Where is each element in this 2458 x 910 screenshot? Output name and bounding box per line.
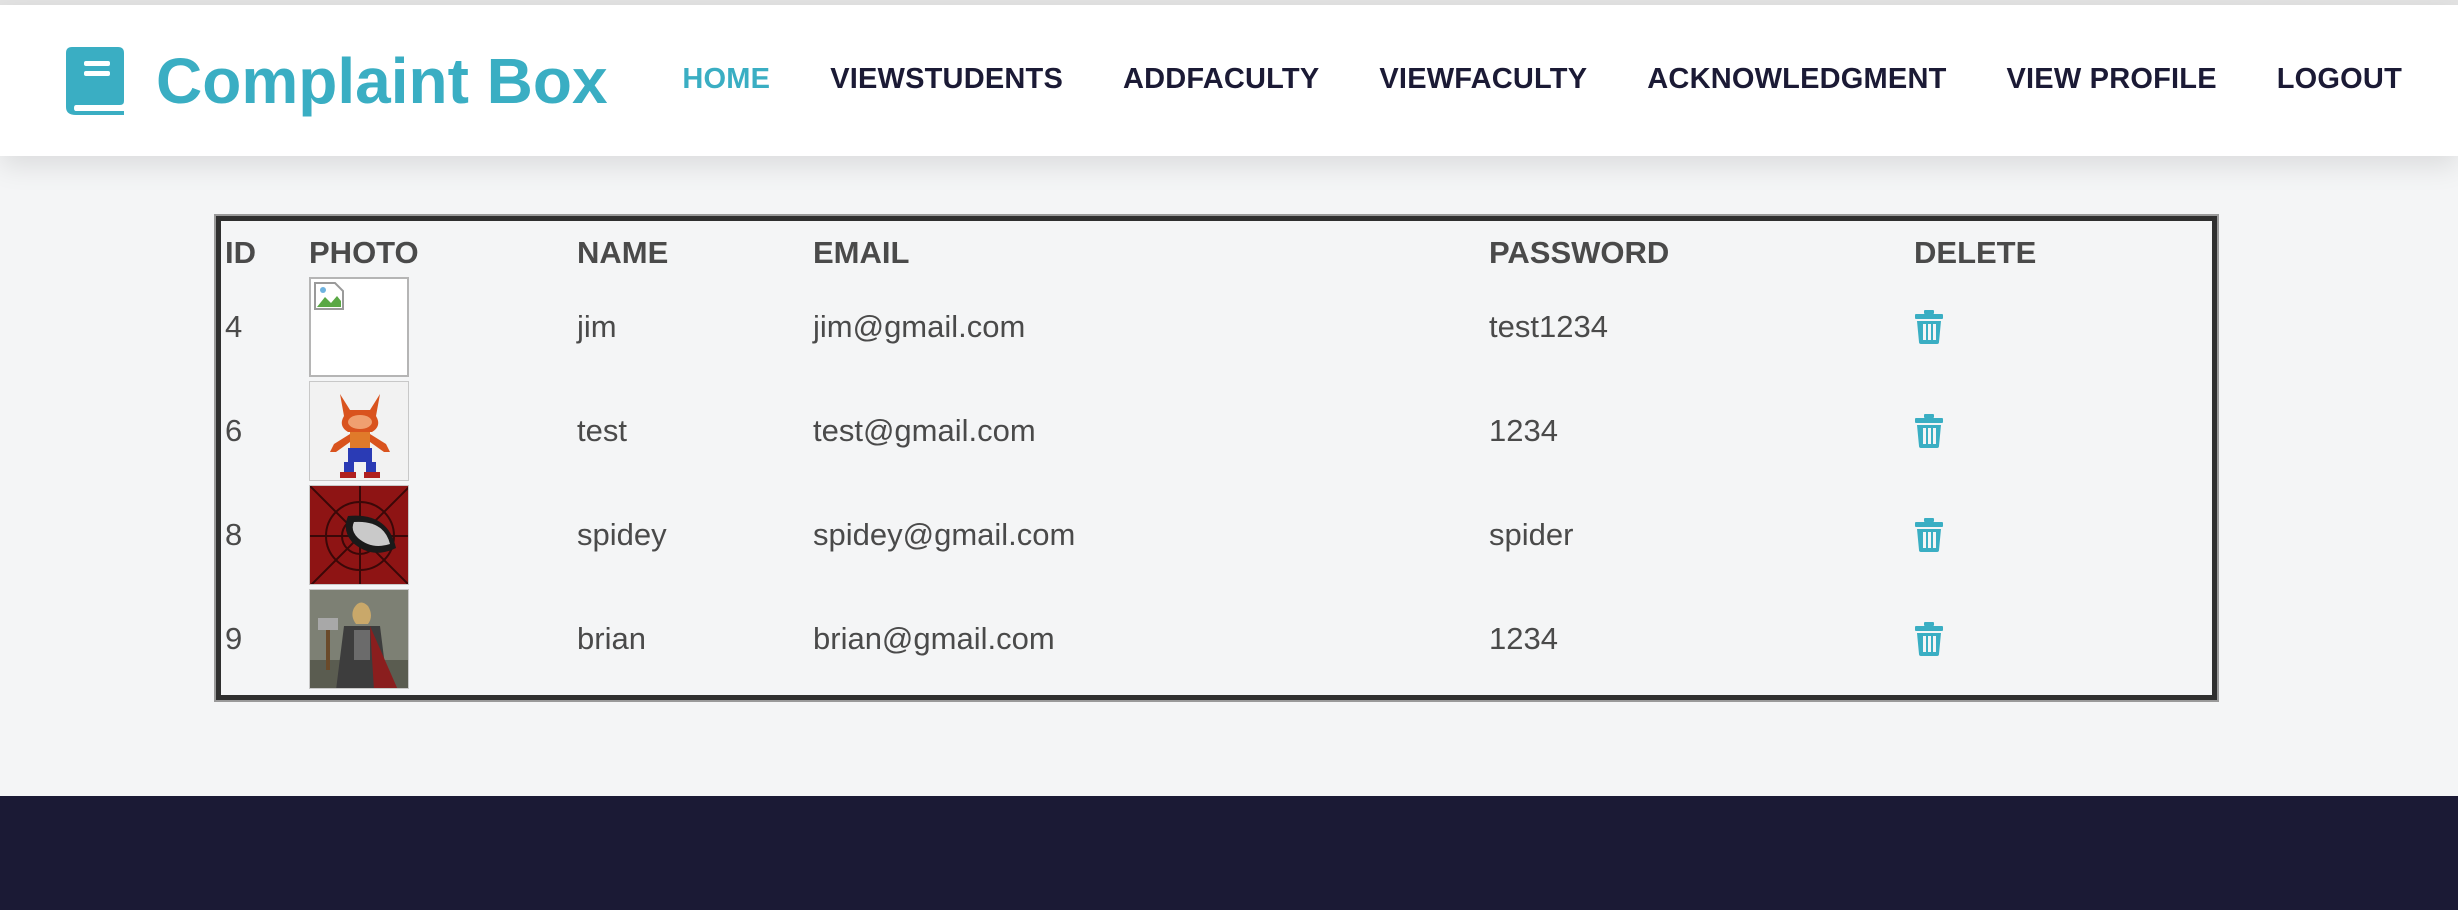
- cell-password: test1234: [1489, 309, 1608, 344]
- cell-id: 4: [225, 309, 243, 344]
- trash-icon[interactable]: [1914, 310, 1944, 344]
- header-password: PASSWORD: [1489, 235, 1670, 270]
- cell-name: test: [577, 413, 627, 448]
- site-footer: [0, 796, 2458, 910]
- header-email: EMAIL: [813, 235, 910, 270]
- header-name: NAME: [577, 235, 669, 270]
- nav-view-profile[interactable]: VIEW PROFILE: [2007, 63, 2217, 96]
- cell-name: spidey: [577, 517, 667, 552]
- cell-name: brian: [577, 621, 646, 656]
- nav-addfaculty[interactable]: ADDFACULTY: [1123, 63, 1319, 96]
- cell-name: jim: [577, 309, 617, 344]
- table-header-row: ID PHOTO NAME EMAIL PASSWORD DELETE: [221, 221, 2212, 275]
- cell-id: 6: [225, 413, 243, 448]
- nav-home[interactable]: HOME: [682, 63, 770, 96]
- cell-email: spidey@gmail.com: [813, 517, 1076, 552]
- cell-password: 1234: [1489, 621, 1558, 656]
- cell-email: brian@gmail.com: [813, 621, 1055, 656]
- brand-title: Complaint Box: [156, 45, 608, 117]
- broken-image-icon: [309, 277, 409, 377]
- nav-viewstudents[interactable]: VIEWSTUDENTS: [830, 63, 1063, 96]
- brand[interactable]: Complaint Box: [66, 45, 608, 117]
- trash-icon[interactable]: [1914, 518, 1944, 552]
- header-photo: PHOTO: [309, 235, 419, 270]
- cell-id: 9: [225, 621, 243, 656]
- orange-fox-character-photo: [309, 381, 409, 481]
- table-row: 4 jim jim@gmail.com test1234: [221, 275, 2212, 379]
- header-delete: DELETE: [1914, 235, 2037, 270]
- nav-logout[interactable]: LOGOUT: [2277, 63, 2402, 96]
- nav-viewfaculty[interactable]: VIEWFACULTY: [1379, 63, 1587, 96]
- header-id: ID: [225, 235, 256, 270]
- armored-hero-photo: [309, 589, 409, 689]
- table-row: 8 spidey spidey@gmail.com spider: [221, 483, 2212, 587]
- spider-mask-photo: [309, 485, 409, 585]
- site-header: Complaint Box HOME VIEWSTUDENTS ADDFACUL…: [0, 5, 2458, 156]
- cell-password: 1234: [1489, 413, 1558, 448]
- trash-icon[interactable]: [1914, 622, 1944, 656]
- faculty-table-container: ID PHOTO NAME EMAIL PASSWORD DELETE 4 ji…: [216, 216, 2217, 700]
- book-icon: [66, 47, 124, 115]
- faculty-table: ID PHOTO NAME EMAIL PASSWORD DELETE 4 ji…: [221, 221, 2212, 691]
- cell-password: spider: [1489, 517, 1574, 552]
- nav-acknowledgment[interactable]: ACKNOWLEDGMENT: [1647, 63, 1946, 96]
- trash-icon[interactable]: [1914, 414, 1944, 448]
- table-row: 6 test test@gmail.com 1234: [221, 379, 2212, 483]
- cell-id: 8: [225, 517, 243, 552]
- cell-email: jim@gmail.com: [813, 309, 1026, 344]
- cell-email: test@gmail.com: [813, 413, 1036, 448]
- main-nav: HOME VIEWSTUDENTS ADDFACULTY VIEWFACULTY…: [682, 63, 2402, 96]
- table-row: 9 brian brian@gmail.com 1234: [221, 587, 2212, 691]
